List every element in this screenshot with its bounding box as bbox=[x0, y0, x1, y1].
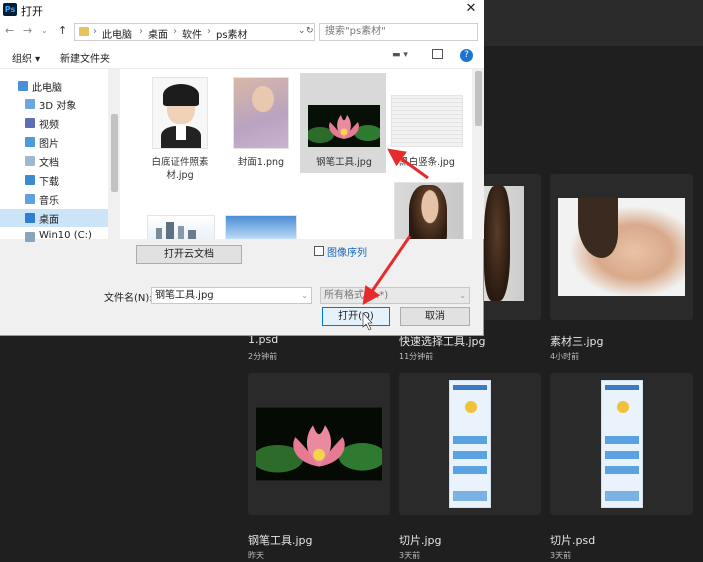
sidebar-scrollbar[interactable] bbox=[108, 69, 120, 239]
breadcrumb-item[interactable]: ps素材 bbox=[216, 26, 248, 41]
lotus-thumbnail bbox=[256, 407, 382, 481]
photoshop-top-bar bbox=[484, 0, 703, 46]
recent-file-time: 昨天 bbox=[248, 551, 264, 560]
sidebar-item-pictures[interactable]: 图片 bbox=[0, 133, 108, 151]
document-icon bbox=[25, 156, 35, 166]
chevron-down-icon: ⌄ bbox=[459, 291, 466, 300]
breadcrumb-item[interactable]: 桌面 bbox=[148, 26, 168, 41]
new-folder-button[interactable]: 新建文件夹 bbox=[60, 50, 110, 65]
chevron-down-icon[interactable]: ⌄ bbox=[298, 26, 306, 36]
help-icon[interactable]: ? bbox=[460, 49, 473, 62]
file-list-scrollbar[interactable] bbox=[472, 69, 484, 239]
open-file-dialog: Ps 打开 ✕ ← → ⌄ ↑ › 此电脑 › 桌面 › 软件 › ps素材 ⌄… bbox=[0, 0, 484, 336]
image-sequence-checkbox[interactable] bbox=[314, 246, 324, 256]
music-icon bbox=[25, 194, 35, 204]
cube-icon bbox=[25, 99, 35, 109]
computer-icon bbox=[18, 81, 28, 91]
filename-label: 文件名(N): bbox=[104, 293, 153, 304]
recent-file-time: 2分钟前 bbox=[248, 352, 278, 361]
dialog-title: 打开 bbox=[21, 5, 43, 18]
breadcrumb-item[interactable]: 软件 bbox=[182, 26, 202, 41]
file-list: 白底证件照素材.jpg 封面1.png 钢笔工具.jpg 黑白竖条.jpg bbox=[122, 69, 484, 239]
photoshop-logo-icon: Ps bbox=[3, 3, 17, 16]
recent-file-card[interactable] bbox=[248, 373, 390, 515]
up-arrow-icon[interactable]: ↑ bbox=[58, 24, 67, 37]
woman-hair-thumbnail bbox=[484, 186, 524, 301]
file-thumbnail bbox=[225, 215, 297, 239]
video-icon bbox=[25, 118, 35, 128]
recent-file-name[interactable]: 素材三.jpg bbox=[550, 333, 604, 349]
recent-file-time: 3天前 bbox=[399, 551, 421, 560]
sidebar-item-downloads[interactable]: 下载 bbox=[0, 171, 108, 189]
sidebar-item-desktop[interactable]: 桌面 bbox=[0, 209, 108, 227]
preview-pane-icon[interactable] bbox=[432, 49, 443, 59]
close-icon[interactable]: ✕ bbox=[462, 1, 480, 16]
recent-file-card[interactable] bbox=[550, 174, 693, 320]
sidebar-item-3d-objects[interactable]: 3D 对象 bbox=[0, 95, 108, 113]
navigation-bar: ← → ⌄ ↑ › 此电脑 › 桌面 › 软件 › ps素材 ⌄ ↻ 搜索"ps… bbox=[0, 20, 484, 44]
sidebar-item-videos[interactable]: 视频 bbox=[0, 114, 108, 132]
address-bar[interactable]: › 此电脑 › 桌面 › 软件 › ps素材 ⌄ ↻ bbox=[74, 23, 315, 41]
recent-file-time: 3天前 bbox=[550, 551, 572, 560]
folder-icon bbox=[79, 27, 89, 36]
file-format-value: 所有格式 (*.*) bbox=[324, 290, 389, 301]
recent-file-time: 11分钟前 bbox=[399, 352, 434, 361]
search-input[interactable]: 搜索"ps素材" bbox=[319, 23, 478, 41]
organize-menu[interactable]: 组织 ▾ bbox=[12, 50, 40, 65]
file-format-select[interactable]: 所有格式 (*.*) ⌄ bbox=[320, 287, 470, 304]
open-button[interactable]: 打开(O) bbox=[322, 307, 390, 326]
desktop-icon bbox=[25, 213, 35, 223]
view-options-icon[interactable]: ▬ ▾ bbox=[392, 50, 408, 60]
file-thumbnail bbox=[308, 105, 380, 147]
infographic-thumbnail bbox=[600, 380, 643, 508]
refresh-icon[interactable]: ↻ bbox=[306, 26, 314, 36]
file-thumbnail bbox=[152, 77, 208, 149]
download-icon bbox=[25, 175, 35, 185]
recent-file-name[interactable]: 钢笔工具.jpg bbox=[248, 532, 313, 548]
recent-file-card[interactable] bbox=[550, 373, 693, 515]
drive-icon bbox=[25, 232, 35, 242]
recent-locations-chevron-icon[interactable]: ⌄ bbox=[41, 26, 48, 35]
file-name: 黑白竖条.jpg bbox=[399, 157, 455, 168]
file-name: 白底证件照素材.jpg bbox=[151, 157, 209, 181]
file-thumbnail bbox=[394, 182, 464, 239]
file-thumbnail bbox=[391, 95, 463, 147]
filename-field[interactable]: 钢笔工具.jpg ⌄ bbox=[151, 287, 312, 304]
back-arrow-icon[interactable]: ← bbox=[5, 24, 14, 37]
navigation-sidebar: 此电脑 3D 对象 视频 图片 文档 下载 音乐 桌面 Win10 (C:) bbox=[0, 69, 122, 242]
sidebar-item-c-drive[interactable]: Win10 (C:) bbox=[0, 228, 108, 246]
recent-file-card[interactable] bbox=[399, 373, 541, 515]
filename-value: 钢笔工具.jpg bbox=[155, 290, 214, 301]
picture-icon bbox=[25, 137, 35, 147]
woman-face-thumbnail bbox=[558, 198, 685, 296]
sidebar-item-this-pc[interactable]: 此电脑 bbox=[0, 77, 108, 95]
forward-arrow-icon[interactable]: → bbox=[23, 24, 32, 37]
file-name: 封面1.png bbox=[237, 157, 285, 168]
file-name: 钢笔工具.jpg bbox=[316, 157, 372, 168]
cancel-button[interactable]: 取消 bbox=[400, 307, 470, 326]
sidebar-item-documents[interactable]: 文档 bbox=[0, 152, 108, 170]
recent-file-name[interactable]: 切片.psd bbox=[550, 532, 595, 548]
recent-file-name[interactable]: 切片.jpg bbox=[399, 532, 442, 548]
image-sequence-label[interactable]: 图像序列 bbox=[327, 244, 367, 259]
open-cloud-document-button[interactable]: 打开云文档 bbox=[136, 245, 242, 264]
file-thumbnail bbox=[233, 77, 289, 149]
breadcrumb-item[interactable]: 此电脑 bbox=[102, 26, 132, 41]
infographic-thumbnail bbox=[449, 380, 491, 508]
file-thumbnail bbox=[147, 215, 215, 239]
recent-file-time: 4小时前 bbox=[550, 352, 580, 361]
chevron-down-icon[interactable]: ⌄ bbox=[301, 288, 308, 303]
dialog-toolbar: 组织 ▾ 新建文件夹 ▬ ▾ ? bbox=[0, 44, 484, 69]
dialog-title-bar: Ps 打开 ✕ bbox=[0, 0, 484, 20]
sidebar-item-music[interactable]: 音乐 bbox=[0, 190, 108, 208]
